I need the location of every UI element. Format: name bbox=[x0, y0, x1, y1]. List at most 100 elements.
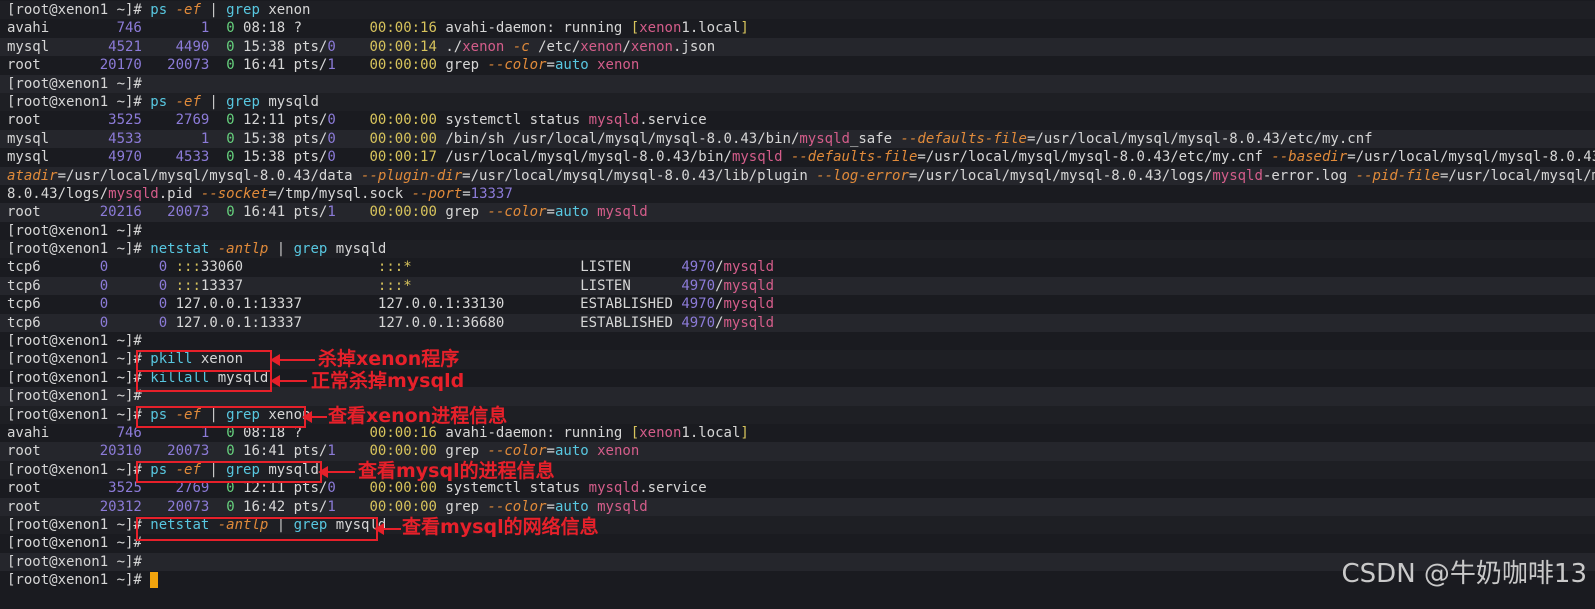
csdn-watermark: CSDN @牛奶咖啡13 bbox=[1341, 559, 1587, 589]
terminal-text: 0 bbox=[327, 38, 336, 55]
terminal-text: = bbox=[546, 443, 555, 460]
annotation-note-netstat: 查看mysql的网络信息 bbox=[402, 516, 599, 538]
terminal-text: mysqld bbox=[723, 296, 775, 313]
terminal-text: ps bbox=[150, 406, 176, 423]
terminal-text: -error.log bbox=[1262, 167, 1356, 184]
terminal-text: grep bbox=[226, 2, 269, 18]
terminal-line: root 20312 20073 0 16:42 pts/1 00:00:00 … bbox=[0, 497, 1595, 516]
terminal-text: | bbox=[209, 406, 227, 423]
terminal-text: 0 bbox=[226, 130, 235, 147]
terminal-text: 12:11 pts/ bbox=[234, 112, 328, 129]
terminal-window[interactable]: [root@xenon1 ~]# ps -ef | grep xenon avah… bbox=[0, 0, 1595, 609]
terminal-text: mysqld bbox=[588, 112, 640, 129]
terminal-text: root bbox=[7, 498, 100, 515]
text-cursor bbox=[150, 572, 159, 589]
terminal-text: 00:00:00 bbox=[369, 480, 437, 497]
terminal-line: [root@xenon1 ~]# bbox=[0, 74, 1595, 93]
terminal-text: 20312 bbox=[99, 498, 142, 515]
terminal-text: netstat bbox=[150, 516, 218, 533]
terminal-text: 2769 bbox=[175, 112, 210, 129]
terminal-text: -antlp bbox=[217, 241, 277, 258]
terminal-text: auto bbox=[554, 204, 589, 221]
terminal-text: avahi-daemon: running bbox=[436, 20, 631, 37]
terminal-text: xenon bbox=[200, 351, 244, 368]
terminal-text: xenon bbox=[462, 38, 505, 55]
terminal-text: --color bbox=[487, 443, 547, 460]
terminal-text: = bbox=[546, 498, 555, 515]
terminal-line: mysql 4533 1 0 15:38 pts/0 00:00:00 /bin… bbox=[0, 129, 1595, 149]
terminal-text: ps bbox=[150, 93, 176, 110]
terminal-line: 8.0.43/logs/mysqld.pid --socket=/tmp/mys… bbox=[0, 185, 1595, 203]
terminal-line: root 20170 20073 0 16:41 pts/1 00:00:00 … bbox=[0, 56, 1595, 74]
terminal-text: mysqld bbox=[597, 498, 648, 515]
terminal-text: /bin/sh /usr/local/mysql/mysql-8.0.43/bi… bbox=[436, 130, 800, 147]
terminal-text: [ bbox=[630, 424, 640, 441]
terminal-text: mysql bbox=[7, 130, 109, 147]
shell-prompt: [root@xenon1 ~]# bbox=[7, 351, 151, 368]
terminal-text: mysql bbox=[7, 38, 109, 55]
terminal-text: 08:18 ? bbox=[234, 424, 370, 441]
terminal-text: 1 bbox=[327, 204, 336, 221]
terminal-text: -ef bbox=[175, 406, 210, 423]
terminal-text: 20073 bbox=[167, 498, 210, 515]
terminal-text: 0 bbox=[226, 149, 235, 166]
terminal-text: 0 bbox=[158, 277, 168, 294]
terminal-text: grep bbox=[436, 204, 488, 221]
terminal-text: 0 bbox=[158, 296, 168, 313]
terminal-text: 08:18 ? bbox=[234, 20, 370, 37]
terminal-text: --plugin-dir bbox=[361, 167, 463, 184]
shell-prompt: [root@xenon1 ~]# bbox=[7, 553, 151, 570]
terminal-text: 0 bbox=[99, 259, 109, 276]
terminal-line: [root@xenon1 ~]# pkill xenon bbox=[0, 350, 1595, 369]
terminal-text: 8.0.43/logs/ bbox=[7, 185, 109, 202]
terminal-text: 00:00:00 bbox=[369, 57, 437, 74]
terminal-text: netstat bbox=[150, 241, 218, 258]
terminal-text: 0 bbox=[226, 112, 235, 129]
terminal-line: tcp6 0 0 127.0.0.1:13337 127.0.0.1:33130… bbox=[0, 295, 1595, 313]
annotation-note-ps-xenon: 查看xenon进程信息 bbox=[328, 405, 508, 427]
terminal-text: 3525 bbox=[108, 112, 142, 129]
terminal-text: grep bbox=[293, 516, 336, 533]
terminal-text: = bbox=[462, 185, 471, 202]
terminal-text: .service bbox=[639, 112, 707, 129]
terminal-text: mysqld bbox=[268, 93, 319, 110]
terminal-text: systemctl status bbox=[436, 112, 589, 129]
terminal-text: =/usr/local/mysql/mysql-8.0.43 bbox=[1347, 149, 1595, 166]
shell-prompt: [root@xenon1 ~]# bbox=[7, 241, 151, 258]
terminal-text: grep bbox=[293, 241, 336, 258]
shell-prompt: [root@xenon1 ~]# bbox=[7, 222, 151, 239]
terminal-text: 1.local bbox=[681, 424, 741, 441]
terminal-text: 00:00:00 bbox=[369, 112, 437, 129]
annotation-arrow-killall bbox=[270, 375, 307, 387]
terminal-text: / bbox=[715, 259, 724, 276]
shell-prompt: [root@xenon1 ~]# bbox=[7, 388, 151, 405]
terminal-text: avahi bbox=[7, 424, 117, 441]
terminal-text: --color bbox=[487, 498, 547, 515]
terminal-text: xenon bbox=[639, 424, 682, 441]
terminal-text: 0 bbox=[226, 20, 235, 37]
terminal-text: /usr/local/mysql/mysql-8.0.43/bin/ bbox=[436, 149, 732, 166]
terminal-line: mysql 4970 4533 0 15:38 pts/0 00:00:17 /… bbox=[0, 148, 1595, 166]
terminal-text: | bbox=[276, 241, 294, 258]
terminal-line: [root@xenon1 ~]# netstat -antlp | grep m… bbox=[0, 515, 1595, 535]
terminal-text: LISTEN bbox=[411, 259, 682, 276]
terminal-text: tcp6 bbox=[7, 277, 100, 294]
terminal-text: grep bbox=[226, 93, 269, 110]
terminal-line: [root@xenon1 ~]# ps -ef | grep xenon bbox=[0, 1, 1595, 20]
annotation-note-ps-mysqld: 查看mysql的进程信息 bbox=[358, 460, 555, 482]
terminal-text: auto bbox=[554, 57, 589, 74]
terminal-text: 1 bbox=[327, 443, 336, 460]
terminal-text: 00:00:00 bbox=[369, 498, 437, 515]
terminal-line: [root@xenon1 ~]# killall mysqld bbox=[0, 369, 1595, 387]
terminal-text: .pid bbox=[158, 185, 201, 202]
